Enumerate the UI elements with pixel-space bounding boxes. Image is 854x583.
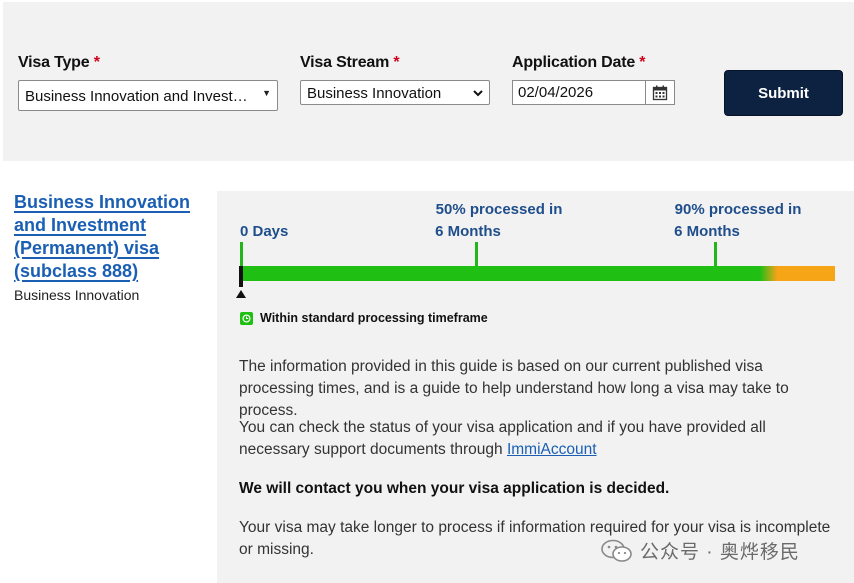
- info-paragraph: The information provided in this guide i…: [239, 358, 789, 419]
- caret-down-icon: ▼: [262, 88, 271, 98]
- application-date-field: Application Date *: [512, 54, 646, 72]
- visa-stream-field: Visa Stream *: [300, 54, 400, 72]
- timeline-p90-tick: [714, 242, 717, 268]
- visa-type-field: Visa Type *: [18, 54, 100, 72]
- timeline-p50-label: 50% processed in 6 Months: [435, 201, 563, 240]
- timeline-green-segment: [240, 266, 760, 281]
- timeline-orange-segment: [777, 266, 835, 281]
- timeline-start-label: 0 Days: [240, 223, 289, 240]
- timeline-p50-tick: [475, 242, 478, 268]
- timeline-p90-label: 90% processed in 6 Months: [674, 201, 802, 240]
- processing-status: Within standard processing timeframe: [240, 311, 488, 325]
- visa-stream-label: Visa Stream *: [300, 54, 400, 71]
- application-date-marker: [239, 266, 243, 287]
- chevron-down-icon: [473, 90, 483, 97]
- visa-stream-name: Business Innovation: [14, 287, 140, 303]
- processing-timeline-bar: [240, 266, 835, 281]
- application-date-input[interactable]: 02/04/2026: [512, 80, 646, 105]
- application-date-value: 02/04/2026: [518, 84, 594, 101]
- clock-check-icon: [240, 311, 253, 325]
- wechat-watermark: 公众号 · 奥烨移民: [600, 537, 800, 564]
- calendar-button[interactable]: [645, 80, 675, 105]
- status-check-paragraph: You can check the status of your visa ap…: [239, 419, 766, 458]
- submit-button[interactable]: Submit: [724, 70, 843, 116]
- application-date-label: Application Date *: [512, 54, 646, 71]
- timeline-gradient-segment: [760, 266, 777, 281]
- wechat-icon: [601, 539, 632, 562]
- visa-stream-value: Business Innovation: [307, 85, 442, 102]
- visa-type-label: Visa Type *: [18, 54, 100, 71]
- contact-notice: We will contact you when your visa appli…: [239, 480, 670, 497]
- visa-title-link[interactable]: Business Innovation and Investment (Perm…: [14, 191, 192, 283]
- immiaccount-link[interactable]: ImmiAccount: [507, 441, 597, 458]
- timeline-start-tick: [240, 242, 243, 268]
- marker-triangle-icon: [236, 290, 246, 298]
- watermark-text: 公众号 · 奥烨移民: [640, 542, 800, 563]
- status-text: Within standard processing timeframe: [260, 311, 488, 325]
- visa-stream-select[interactable]: Business Innovation: [300, 80, 490, 105]
- calendar-icon: [652, 85, 668, 100]
- visa-type-select[interactable]: Business Innovation and Investment (Perm…: [18, 80, 278, 111]
- visa-type-value: Business Innovation and Investment (Perm…: [25, 88, 271, 105]
